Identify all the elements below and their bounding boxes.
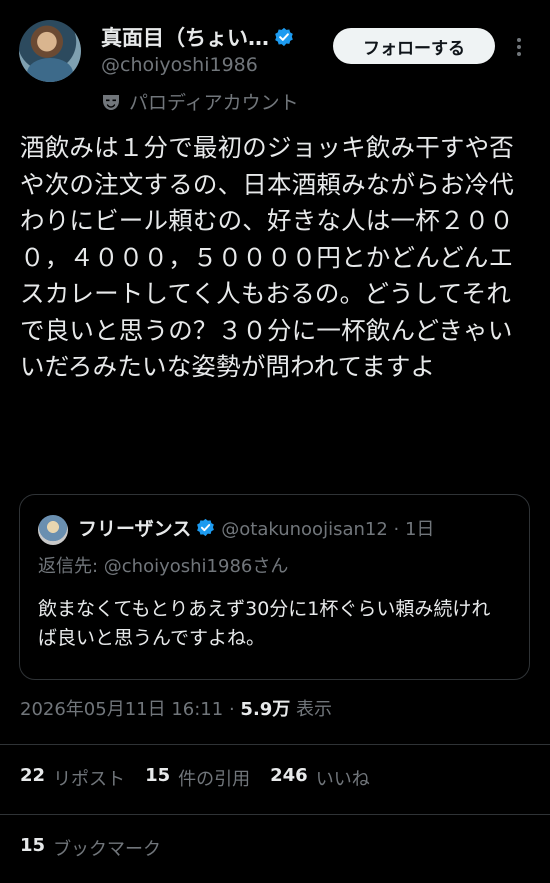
quoted-author-name: フリーザンス xyxy=(78,518,192,540)
likes-stat[interactable]: 246 いいね xyxy=(270,765,370,791)
quoted-author-avatar xyxy=(38,515,68,545)
likes-label: いいね xyxy=(315,769,370,790)
post-header: 真面目（ちょい… @choiyoshi1986 パロディアカウント フォローする xyxy=(0,0,550,120)
parody-label: パロディアカウント xyxy=(129,92,299,114)
divider xyxy=(0,814,550,815)
quoted-post-text: 飲まなくてもとりあえず30分に1杯ぐらい頼み続ければ良いと思うんですよね。 xyxy=(38,598,491,649)
quotes-count: 15 xyxy=(145,765,171,786)
parody-label-row: パロディアカウント xyxy=(101,88,299,115)
more-options-icon[interactable] xyxy=(512,36,526,58)
quoted-author-handle-time: @otakunoojisan12 · 1日 xyxy=(221,518,435,540)
post-timestamp[interactable]: 2026年05月11日 16:11 xyxy=(20,699,223,720)
verified-badge-icon xyxy=(275,27,293,47)
bookmarks-stat[interactable]: 15 ブックマーク xyxy=(20,835,161,861)
views-label: 表示 xyxy=(296,699,333,720)
engagement-stats: 22 リポスト 15 件の引用 246 いいね xyxy=(20,765,390,791)
quoted-post[interactable]: フリーザンス @otakunoojisan12 · 1日 返信先: @choiy… xyxy=(19,494,530,680)
author-handle[interactable]: @choiyoshi1986 xyxy=(101,54,258,76)
views-count: 5.9万 xyxy=(240,699,291,720)
parody-mask-icon xyxy=(103,94,119,110)
follow-button[interactable]: フォローする xyxy=(333,28,495,64)
author-name-row: 真面目（ちょい… xyxy=(101,22,294,52)
author-display-name[interactable]: 真面目（ちょい… xyxy=(101,22,269,52)
likes-count: 246 xyxy=(270,765,308,786)
verified-badge-icon xyxy=(197,518,215,537)
quoted-reply-to: 返信先: @choiyoshi1986さん xyxy=(38,556,289,577)
post-meta: 2026年05月11日 16:11 · 5.9万 表示 xyxy=(20,695,332,721)
author-avatar[interactable] xyxy=(19,20,81,82)
reposts-label: リポスト xyxy=(53,769,126,790)
reposts-stat[interactable]: 22 リポスト xyxy=(20,765,125,791)
reposts-count: 22 xyxy=(20,765,46,786)
meta-separator: · xyxy=(228,699,235,720)
bookmarks-label: ブックマーク xyxy=(53,839,162,860)
divider xyxy=(0,744,550,745)
quoted-post-header: フリーザンス @otakunoojisan12 · 1日 xyxy=(78,514,434,541)
post-text: 酒飲みは１分で最初のジョッキ飲み干すや否や次の注文するの、日本酒頼みながらお冷代… xyxy=(20,133,514,381)
quotes-stat[interactable]: 15 件の引用 xyxy=(145,765,250,791)
quotes-label: 件の引用 xyxy=(178,769,251,790)
bookmarks-count: 15 xyxy=(20,835,46,856)
